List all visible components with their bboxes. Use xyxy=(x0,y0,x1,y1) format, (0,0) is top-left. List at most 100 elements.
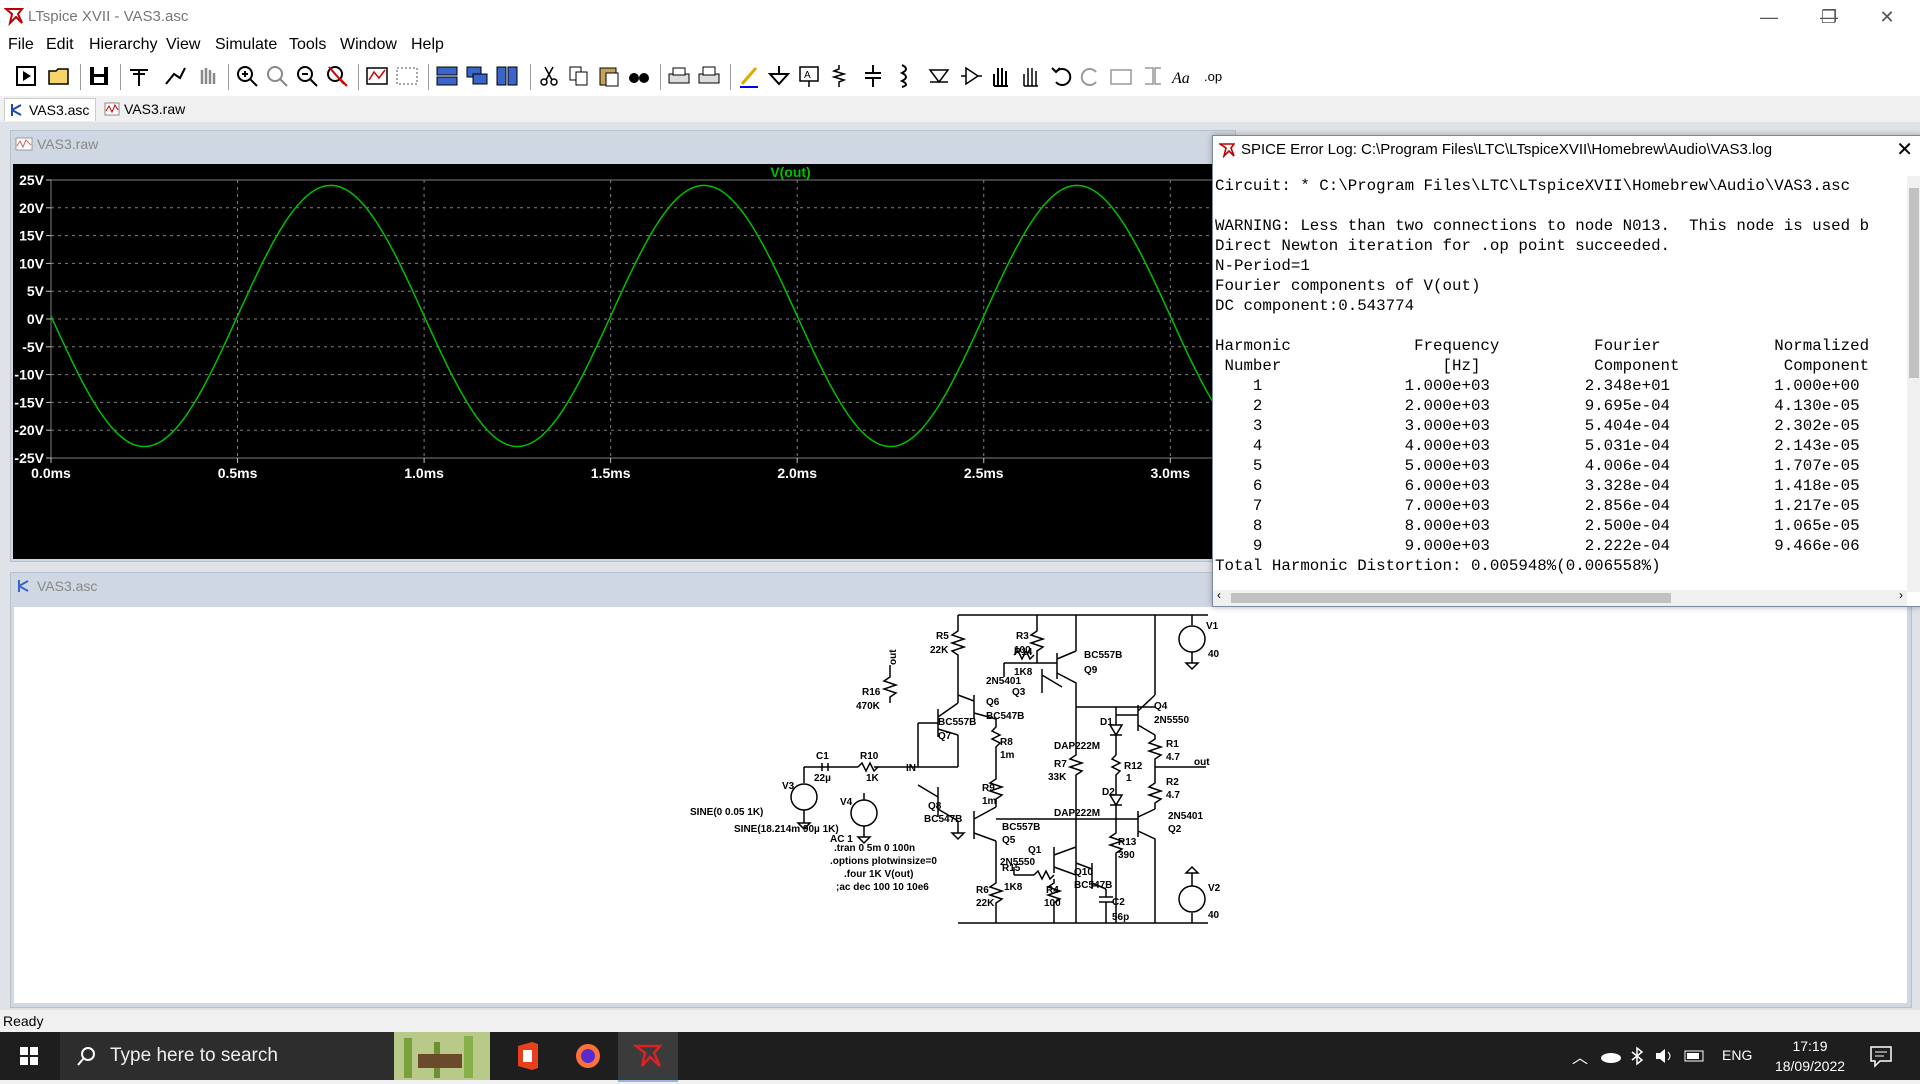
diode-icon[interactable] xyxy=(926,62,952,90)
label-q9[interactable]: Q9 xyxy=(1084,665,1098,676)
start-button[interactable] xyxy=(0,1032,58,1080)
label-r8[interactable]: R8 xyxy=(1000,737,1013,748)
zoom-fit-icon[interactable] xyxy=(324,62,350,90)
schematic-window[interactable]: VAS3.asc R5 22K R3 100 R14 1K8 2N5401 Q3… xyxy=(10,572,1912,1008)
label-c2[interactable]: C2 xyxy=(1112,897,1125,908)
value-c2[interactable]: 56p xyxy=(1112,912,1129,923)
label-q4[interactable]: Q4 xyxy=(1154,701,1168,712)
value-r16[interactable]: 470K xyxy=(856,701,881,712)
log-horizontal-scrollbar[interactable]: ‹ › xyxy=(1213,588,1907,606)
value-c1[interactable]: 22µ xyxy=(814,773,831,784)
widgets-icon[interactable] xyxy=(394,1032,490,1080)
text-icon[interactable]: Aa xyxy=(1170,62,1196,90)
open-icon[interactable] xyxy=(46,62,72,90)
log-text[interactable]: Circuit: * C:\Program Files\LTC\LTspiceX… xyxy=(1215,176,1909,588)
value-r5[interactable]: 22K xyxy=(930,645,949,656)
battery-icon[interactable] xyxy=(1684,1048,1706,1064)
paste-icon[interactable] xyxy=(596,62,622,90)
net-label-out-top[interactable]: out xyxy=(888,649,899,665)
rotate-icon[interactable] xyxy=(1108,62,1134,90)
office-icon[interactable] xyxy=(498,1032,558,1080)
zoom-out-icon[interactable] xyxy=(294,62,320,90)
mirror-icon[interactable] xyxy=(1140,62,1166,90)
scroll-left-icon[interactable]: ‹ xyxy=(1217,588,1221,602)
menu-window[interactable]: Window xyxy=(340,36,397,54)
model-q4[interactable]: 2N5550 xyxy=(1154,715,1189,726)
label-r2[interactable]: R2 xyxy=(1166,777,1179,788)
spice-directive-icon[interactable]: .op xyxy=(1202,62,1228,90)
label-v3[interactable]: V3 xyxy=(782,781,795,792)
model-q8[interactable]: BC547B xyxy=(924,814,962,825)
notification-icon[interactable] xyxy=(1868,1044,1894,1068)
plot-pane[interactable]: 25V 20V 15V 10V 5V 0V -5V -10V -15V -20V -25V 0.0ms… xyxy=(13,164,1231,559)
model-d1[interactable]: DAP222M xyxy=(1054,741,1100,752)
control-panel-icon[interactable] xyxy=(126,62,152,90)
tile-vertical-icon[interactable] xyxy=(494,62,520,90)
model-q7[interactable]: BC557B xyxy=(938,717,976,728)
label-d2[interactable]: D2 xyxy=(1102,787,1115,798)
value-r15[interactable]: 1K8 xyxy=(1004,882,1023,893)
menu-tools[interactable]: Tools xyxy=(289,36,326,54)
net-label-in[interactable]: IN xyxy=(906,763,916,774)
label-d1[interactable]: D1 xyxy=(1100,717,1113,728)
draw-wire-icon[interactable] xyxy=(736,62,762,90)
model-q10[interactable]: BC547B xyxy=(1074,880,1112,891)
model-q9[interactable]: BC557B xyxy=(1084,650,1122,661)
menu-hierarchy[interactable]: Hierarchy xyxy=(89,36,157,54)
value-r13[interactable]: 390 xyxy=(1118,850,1135,861)
zoom-area-icon[interactable] xyxy=(394,62,420,90)
label-r14[interactable]: R14 xyxy=(1014,647,1033,658)
restore-button[interactable]: ❐ xyxy=(1806,4,1852,30)
label-r15[interactable]: R15 xyxy=(1002,863,1021,874)
drag-icon[interactable] xyxy=(1018,62,1044,90)
close-button[interactable]: ✕ xyxy=(1864,4,1910,30)
clock[interactable]: 17:19 18/09/2022 xyxy=(1765,1036,1855,1076)
label-q3[interactable]: Q3 xyxy=(1012,687,1026,698)
tab-vas3-asc[interactable]: VAS3.asc xyxy=(4,98,97,121)
log-horizontal-scroll-thumb[interactable] xyxy=(1231,593,1671,603)
label-v4[interactable]: V4 xyxy=(840,797,853,808)
menu-help[interactable]: Help xyxy=(411,36,444,54)
directive-four[interactable]: .four 1K V(out) xyxy=(844,869,913,880)
model-q2[interactable]: 2N5401 xyxy=(1168,811,1203,822)
taskbar-search[interactable]: Type here to search xyxy=(60,1032,490,1080)
log-close-button[interactable]: ✕ xyxy=(1896,136,1913,164)
value-r2[interactable]: 4.7 xyxy=(1166,790,1180,801)
save-icon[interactable] xyxy=(86,62,112,90)
print-icon[interactable] xyxy=(666,62,692,90)
label-r9[interactable]: R9 xyxy=(982,783,995,794)
label-v1[interactable]: V1 xyxy=(1206,621,1219,632)
redo-icon[interactable] xyxy=(1078,62,1104,90)
cut-icon[interactable] xyxy=(536,62,562,90)
log-vertical-scroll-thumb[interactable] xyxy=(1909,188,1919,378)
tab-vas3-raw[interactable]: VAS3.raw xyxy=(100,98,191,120)
value-r10[interactable]: 1K xyxy=(866,773,880,784)
directive-ac[interactable]: ;ac dec 100 10 10e6 xyxy=(836,882,929,893)
undo-icon[interactable] xyxy=(1048,62,1074,90)
value-r12[interactable]: 1 xyxy=(1126,773,1132,784)
firefox-icon[interactable] xyxy=(558,1032,618,1080)
net-label-out[interactable]: out xyxy=(1194,757,1210,768)
label-r10[interactable]: R10 xyxy=(860,751,879,762)
source-v4[interactable]: SINE(18.214m 90µ 1K) xyxy=(734,824,839,835)
label-r7[interactable]: R7 xyxy=(1054,759,1067,770)
autorange-icon[interactable] xyxy=(364,62,390,90)
show-hidden-icons-icon[interactable]: ︿ xyxy=(1572,1044,1588,1068)
schematic-canvas[interactable]: R5 22K R3 100 R14 1K8 2N5401 Q3 BC557B Q… xyxy=(14,607,1907,1003)
ltspice-icon[interactable] xyxy=(618,1032,678,1082)
label-net-icon[interactable]: A xyxy=(796,62,822,90)
onedrive-icon[interactable] xyxy=(1600,1048,1622,1064)
label-r1[interactable]: R1 xyxy=(1166,739,1179,750)
scroll-right-icon[interactable]: › xyxy=(1899,588,1903,602)
model-q3[interactable]: 2N5401 xyxy=(986,676,1021,687)
directive-tran[interactable]: .tran 0 5m 0 100n xyxy=(834,843,915,854)
bluetooth-icon[interactable] xyxy=(1630,1046,1644,1066)
pan-icon[interactable] xyxy=(264,62,290,90)
label-q7[interactable]: Q7 xyxy=(938,731,952,742)
halt-icon[interactable] xyxy=(194,62,220,90)
directive-options[interactable]: .options plotwinsize=0 xyxy=(830,856,937,867)
value-r9[interactable]: 1m xyxy=(982,796,997,807)
run-icon[interactable] xyxy=(162,62,188,90)
resistor-icon[interactable] xyxy=(826,62,852,90)
label-c1[interactable]: C1 xyxy=(816,751,829,762)
